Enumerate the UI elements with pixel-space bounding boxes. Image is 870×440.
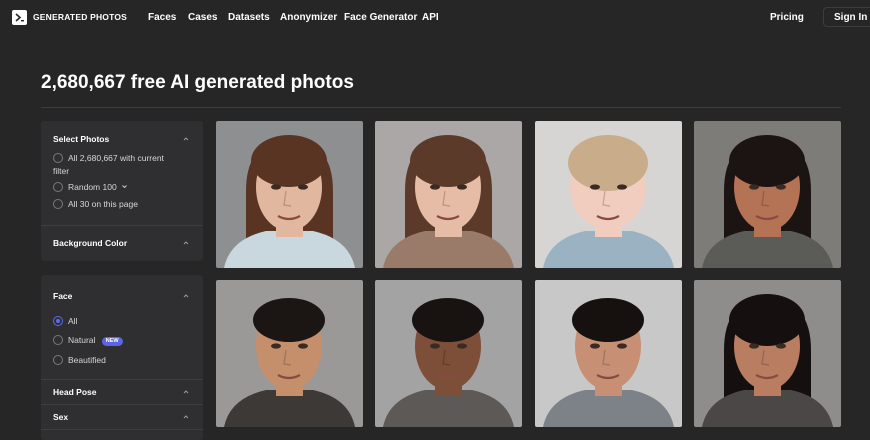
nav-link-api[interactable]: API [422,12,439,23]
chevron-up-icon[interactable] [181,412,191,422]
woman-face-portrait [216,121,363,268]
photo-tile[interactable] [694,121,841,268]
filter-panel-face: Face All Natural NEW Beautified Head Pos… [41,275,203,440]
nav-link-datasets[interactable]: Datasets [228,12,270,23]
chevron-up-icon[interactable] [181,291,191,301]
photo-tile[interactable] [216,121,363,268]
man-face-portrait [535,280,682,427]
nav-link-anonymizer[interactable]: Anonymizer [280,12,337,23]
chevron-down-icon[interactable] [121,183,128,190]
woman-face-portrait [694,121,841,268]
chevron-up-icon[interactable] [181,387,191,397]
photo-tile[interactable] [535,280,682,427]
chevron-up-icon[interactable] [181,238,191,248]
nav-link-faces[interactable]: Faces [148,12,176,23]
head-pose-heading[interactable]: Head Pose [53,387,96,397]
option-random-100[interactable]: Random 100 [53,181,128,194]
woman-face-portrait [694,280,841,427]
photo-tile[interactable] [216,280,363,427]
filter-panel-select: Select Photos All 2,680,667 with current… [41,121,203,261]
option-all-filter[interactable]: All 2,680,667 with current [53,152,164,165]
radio-button[interactable] [53,355,63,365]
brand-name[interactable]: GENERATED PHOTOS [33,12,127,22]
woman-face-portrait [375,121,522,268]
nav-link-cases[interactable]: Cases [188,12,217,23]
nav-link-face-generator[interactable]: Face Generator [344,12,417,23]
photo-tile[interactable] [375,121,522,268]
man-face-portrait [375,280,522,427]
man-face-portrait [216,280,363,427]
radio-button-selected[interactable] [53,316,63,326]
pricing-link[interactable]: Pricing [770,12,804,23]
title-divider [41,107,841,108]
radio-button[interactable] [53,335,63,345]
child-face-portrait [535,121,682,268]
section-divider [41,225,203,226]
section-divider [41,404,203,405]
photo-tile[interactable] [535,121,682,268]
chevron-up-icon[interactable] [181,134,191,144]
radio-button[interactable] [53,153,63,163]
option-all-filter-continued: filter [53,166,70,176]
face-option-all[interactable]: All [53,315,77,328]
background-color-heading[interactable]: Background Color [53,238,127,248]
option-all-on-page[interactable]: All 30 on this page [53,198,138,211]
new-badge: NEW [101,337,123,346]
select-photos-heading[interactable]: Select Photos [53,134,109,144]
face-option-beautified[interactable]: Beautified [53,354,106,367]
sign-in-button[interactable]: Sign In [823,7,870,27]
photo-tile[interactable] [694,280,841,427]
section-divider [41,379,203,380]
page-title: 2,680,667 free AI generated photos [41,72,354,93]
top-navigation-bar: GENERATED PHOTOS Faces Cases Datasets An… [0,0,870,36]
photo-tile[interactable] [375,280,522,427]
section-divider [41,429,203,430]
radio-button[interactable] [53,182,63,192]
face-heading[interactable]: Face [53,291,72,301]
face-option-natural[interactable]: Natural NEW [53,334,123,347]
radio-button[interactable] [53,199,63,209]
sex-heading[interactable]: Sex [53,412,68,422]
logo-icon[interactable] [12,10,27,25]
